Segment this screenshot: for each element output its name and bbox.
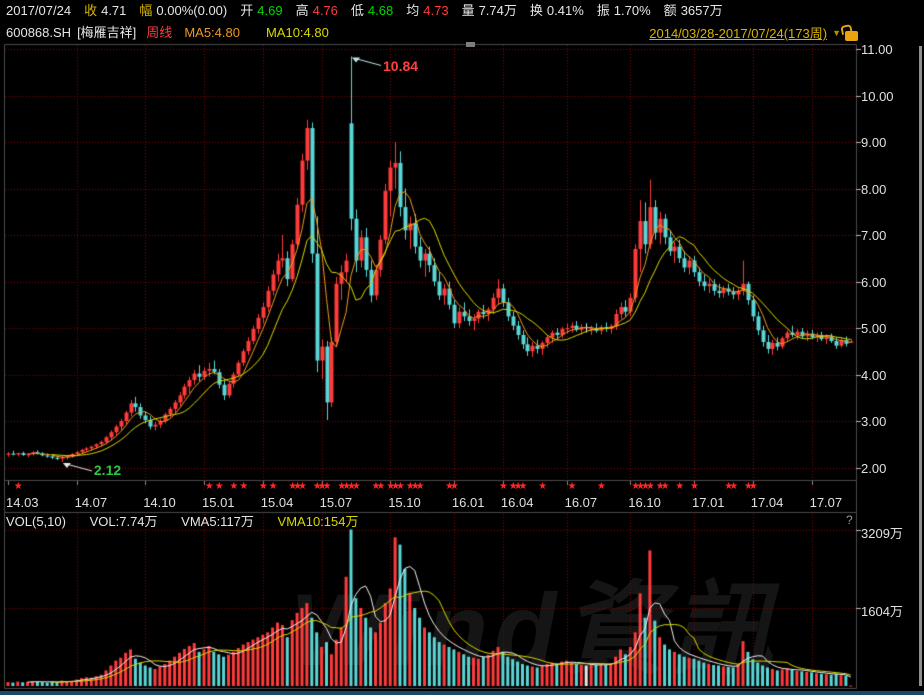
quote-field: 高4.76 <box>296 3 338 18</box>
event-star-icon[interactable]: ★ <box>298 481 307 492</box>
wind-terminal-window: Wind資訊 2017/07/24 收4.71幅0.00%(0.00)开4.69… <box>0 0 924 695</box>
quote-field: 开4.69 <box>240 3 282 18</box>
time-tick-label: 15.07 <box>320 495 353 510</box>
event-star-icon[interactable]: ★ <box>239 481 248 492</box>
chart-title-bar: 600868.SH [梅雁吉祥] 周线 MA5:4.80 MA10:4.80 <box>6 25 329 40</box>
event-star-icon[interactable]: ★ <box>690 481 699 492</box>
price-tick-label: 4.00 <box>861 368 886 383</box>
quote-date: 2017/07/24 <box>6 3 71 18</box>
period-label[interactable]: 周线 <box>146 25 172 40</box>
vma10-legend: VMA10:154万 <box>278 514 359 529</box>
vma5-legend: VMA5:117万 <box>181 514 254 529</box>
time-tick-label: 14.10 <box>143 495 176 510</box>
time-tick-label: 17.04 <box>751 495 784 510</box>
price-tick-label: 5.00 <box>861 321 886 336</box>
time-tick-label: 16.10 <box>628 495 661 510</box>
event-star-icon[interactable]: ★ <box>519 481 528 492</box>
bottom-border <box>0 691 924 695</box>
volume-tick-label: 3209万 <box>861 523 903 542</box>
event-star-icon[interactable]: ★ <box>675 481 684 492</box>
quote-field: 均4.73 <box>406 3 448 18</box>
event-star-icon[interactable]: ★ <box>499 481 508 492</box>
ma5-legend: MA5:4.80 <box>184 25 240 40</box>
quote-fields: 收4.71 幅0.00%(0.00) 开4.69 高4.76 低4.68 均4.73 量7.… <box>84 3 736 18</box>
stock-name: [梅雁吉祥] <box>77 25 136 40</box>
time-tick-label: 14.07 <box>75 495 108 510</box>
quote-field: 振1.70% <box>597 3 651 18</box>
range-controls: 2014/03/28-2017/07/24(173周) ▼ <box>649 26 858 41</box>
price-tick-label: 10.00 <box>861 89 894 104</box>
quote-field: 收4.71 <box>84 3 126 18</box>
quote-field: 额3657万 <box>664 3 723 18</box>
event-star-icon[interactable]: ★ <box>376 481 385 492</box>
event-star-icon[interactable]: ★ <box>269 481 278 492</box>
quote-bar: 2017/07/24 收4.71 幅0.00%(0.00) 开4.69 高4.76 低4… <box>6 3 736 18</box>
event-star-icon[interactable]: ★ <box>597 481 606 492</box>
time-tick-label: 15.10 <box>388 495 421 510</box>
scrollbar[interactable] <box>919 46 922 686</box>
quote-field: 幅0.00%(0.00) <box>139 3 227 18</box>
event-star-icon[interactable]: ★ <box>729 481 738 492</box>
time-tick-label: 17.01 <box>692 495 725 510</box>
event-star-icon[interactable]: ★ <box>352 481 361 492</box>
ma10-legend: MA10:4.80 <box>266 25 329 40</box>
quote-field: 换0.41% <box>530 3 584 18</box>
event-star-icon[interactable]: ★ <box>646 481 655 492</box>
chart-canvas[interactable] <box>0 0 924 695</box>
time-tick-label: 15.04 <box>261 495 294 510</box>
volume-tick-label: 1604万 <box>861 601 903 620</box>
price-annotation: 2.12 <box>94 462 121 478</box>
volume-indicator-label[interactable]: VOL(5,10) <box>6 514 66 529</box>
price-tick-label: 9.00 <box>861 135 886 150</box>
event-star-icon[interactable]: ★ <box>205 481 214 492</box>
event-star-icon[interactable]: ★ <box>229 481 238 492</box>
quote-field: 低4.68 <box>351 3 393 18</box>
event-star-icon[interactable]: ★ <box>14 481 23 492</box>
event-star-icon[interactable]: ★ <box>749 481 758 492</box>
event-star-icon[interactable]: ★ <box>538 481 547 492</box>
price-tick-label: 6.00 <box>861 275 886 290</box>
stock-symbol: 600868.SH <box>6 25 71 40</box>
time-tick-label: 16.01 <box>452 495 485 510</box>
time-tick-label: 16.04 <box>501 495 534 510</box>
event-star-icon[interactable]: ★ <box>396 481 405 492</box>
volume-header: VOL(5,10) VOL:7.74万 VMA5:117万 VMA10:154万 <box>6 514 378 529</box>
event-star-icon[interactable]: ★ <box>661 481 670 492</box>
price-annotation: 10.84 <box>383 58 418 74</box>
event-star-icon[interactable]: ★ <box>568 481 577 492</box>
time-tick-label: 17.07 <box>810 495 843 510</box>
time-tick-label: 15.01 <box>202 495 235 510</box>
help-icon[interactable]: ? <box>846 513 853 527</box>
event-star-icon[interactable]: ★ <box>450 481 459 492</box>
chevron-down-icon[interactable]: ▼ <box>832 26 841 41</box>
price-tick-label: 8.00 <box>861 182 886 197</box>
event-star-icon[interactable]: ★ <box>323 481 332 492</box>
price-tick-label: 3.00 <box>861 414 886 429</box>
event-star-icon[interactable]: ★ <box>259 481 268 492</box>
date-range-link[interactable]: 2014/03/28-2017/07/24(173周) <box>649 26 827 41</box>
time-tick-label: 14.03 <box>6 495 39 510</box>
price-tick-label: 11.00 <box>861 42 893 57</box>
price-tick-label: 2.00 <box>861 461 886 476</box>
time-tick-label: 16.07 <box>565 495 598 510</box>
event-star-icon[interactable]: ★ <box>215 481 224 492</box>
volume-value-label: VOL:7.74万 <box>90 514 158 529</box>
unlock-icon[interactable] <box>845 31 858 41</box>
price-tick-label: 7.00 <box>861 228 886 243</box>
event-star-icon[interactable]: ★ <box>416 481 425 492</box>
quote-field: 量7.74万 <box>462 3 517 18</box>
pane-splitter-handle[interactable] <box>466 42 475 47</box>
